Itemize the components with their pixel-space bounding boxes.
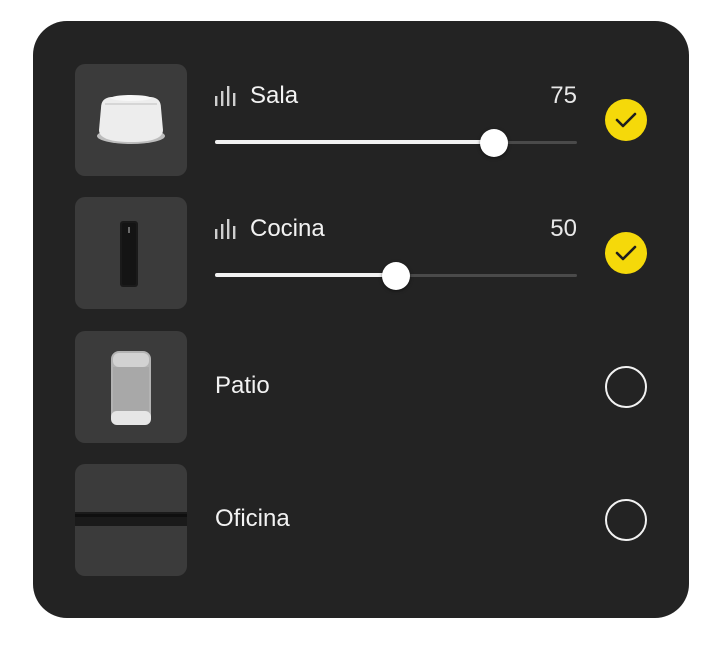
device-thumbnail [75,197,187,309]
selected-check-button[interactable] [605,232,647,274]
room-row-cocina[interactable]: Cocina 50 [33,197,689,309]
outdoor-speaker-icon [111,351,151,425]
speaker-bars-icon [215,86,236,106]
slider-fill [215,273,396,277]
speaker-bars-icon [215,219,236,239]
volume-value: 50 [550,215,577,242]
checkmark-icon [615,112,637,128]
volume-slider[interactable] [215,261,577,291]
unselected-check-button[interactable] [605,499,647,541]
volume-slider[interactable] [215,128,577,158]
room-name: Patio [215,372,270,399]
room-row-sala[interactable]: Sala 75 [33,64,689,176]
room-meta: Sala 75 [215,80,577,120]
slider-fill [215,140,494,144]
checkmark-icon [615,245,637,261]
device-thumbnail [75,331,187,443]
room-meta: Cocina 50 [215,213,577,253]
slider-knob[interactable] [480,129,508,157]
room-row-oficina[interactable]: Oficina [33,464,689,576]
ceiling-speaker-icon [97,95,165,144]
room-row-patio[interactable]: Patio [33,331,689,443]
soundbar-icon [75,512,187,526]
selected-check-button[interactable] [605,99,647,141]
room-name: Sala [250,82,299,109]
slider-knob[interactable] [382,262,410,290]
device-thumbnail [75,464,187,576]
portable-speaker-icon [120,221,138,287]
device-thumbnail [75,64,187,176]
unselected-check-button[interactable] [605,366,647,408]
volume-value: 75 [550,82,577,109]
room-selector-panel: Sala 75 Cocina 50 Patio Oficina [33,21,689,618]
room-name: Oficina [215,505,290,532]
room-name: Cocina [250,215,325,242]
